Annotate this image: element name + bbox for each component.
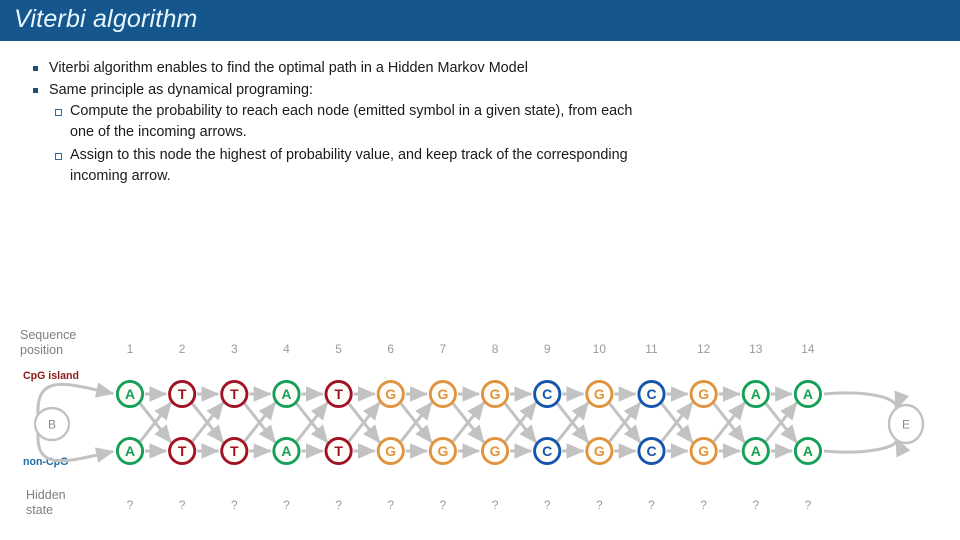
position-label: 11: [645, 342, 658, 356]
position-label: 13: [749, 342, 763, 356]
hidden-state-question: ?: [126, 498, 134, 512]
hidden-state-question: ?: [596, 498, 603, 512]
position-label: 4: [283, 342, 290, 356]
hidden-state-question: ?: [543, 498, 551, 512]
hidden-state-question: ?: [439, 498, 447, 512]
bullet-level2-item: Compute the probability to reach each no…: [30, 101, 650, 144]
trellis-node-label: T: [230, 386, 239, 402]
trellis-node-label: G: [385, 443, 396, 459]
position-label: 1: [126, 342, 134, 356]
trellis-node-label: A: [803, 386, 813, 402]
trellis-node-label: A: [751, 386, 761, 402]
page-title: Viterbi algorithm: [14, 5, 198, 33]
trellis-node-label: A: [751, 443, 761, 459]
bullet-level1-item: Same principle as dynamical programing:: [30, 80, 650, 101]
trellis-node-label: C: [542, 386, 552, 402]
position-label: 2: [178, 342, 186, 356]
position-label: 8: [491, 342, 499, 356]
hidden-state-question: ?: [491, 498, 499, 512]
hidden-state-question: ?: [804, 498, 812, 512]
title-bar: Viterbi algorithm: [0, 0, 960, 41]
trellis-node-label: A: [125, 443, 135, 459]
hidden-state-question: ?: [283, 498, 290, 512]
trellis-node-label: G: [437, 443, 448, 459]
trellis-node-label: T: [178, 386, 187, 402]
hidden-state-question: ?: [752, 498, 760, 512]
trellis-node-label: A: [803, 443, 813, 459]
hidden-state-question: ?: [178, 498, 186, 512]
end-node-label: E: [902, 418, 910, 432]
trellis-node-label: C: [646, 443, 656, 459]
bullet-level2-item: Assign to this node the highest of proba…: [30, 145, 650, 188]
trellis-node-label: C: [542, 443, 552, 459]
position-label: 9: [543, 342, 551, 356]
trellis-arrow: [823, 390, 910, 411]
hmm-trellis-diagram: Sequence position Hidden state CpG islan…: [0, 320, 960, 540]
trellis-node-label: A: [281, 386, 291, 402]
hidden-state-question: ?: [335, 498, 342, 512]
hidden-state-question: ?: [648, 498, 655, 512]
bullet-list: Viterbi algorithm enables to find the op…: [30, 58, 650, 187]
position-label: 12: [696, 342, 711, 356]
position-label: 5: [335, 342, 342, 356]
trellis-node-label: A: [125, 386, 135, 402]
trellis-node-label: G: [490, 386, 501, 402]
trellis-node-label: C: [646, 386, 656, 402]
slide: Viterbi algorithm Viterbi algorithm enab…: [0, 0, 960, 540]
hidden-state-question: ?: [230, 498, 238, 512]
trellis-node-label: A: [281, 443, 291, 459]
trellis-node-label: G: [437, 386, 448, 402]
position-label: 14: [801, 342, 815, 356]
trellis-node-label: G: [490, 443, 501, 459]
trellis-node-label: G: [698, 386, 709, 402]
position-label: 10: [592, 342, 607, 356]
begin-node-label: B: [48, 418, 56, 432]
hidden-state-question: ?: [700, 498, 707, 512]
trellis-node-label: G: [385, 386, 396, 402]
position-label: 3: [230, 342, 238, 356]
trellis-node-label: T: [230, 443, 239, 459]
trellis-node-label: G: [594, 386, 605, 402]
trellis-node-label: G: [698, 443, 709, 459]
trellis-node-label: G: [594, 443, 605, 459]
bullet-level1-item: Viterbi algorithm enables to find the op…: [30, 58, 650, 79]
trellis-arrow: [823, 437, 911, 458]
trellis-node-label: T: [334, 443, 343, 459]
trellis-node-label: T: [334, 386, 343, 402]
hidden-state-question: ?: [387, 498, 395, 512]
trellis-node-label: T: [178, 443, 187, 459]
position-label: 6: [387, 342, 395, 356]
position-label: 7: [439, 342, 447, 356]
